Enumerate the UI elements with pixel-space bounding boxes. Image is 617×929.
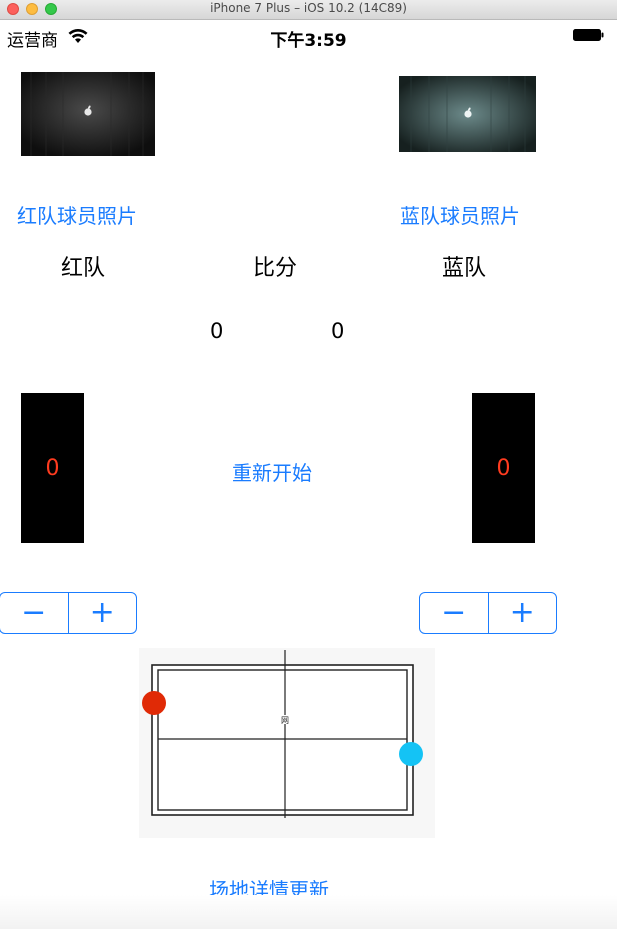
window-title: iPhone 7 Plus – iOS 10.2 (14C89) — [210, 1, 407, 15]
battery-icon — [573, 29, 604, 41]
red-team-label: 红队 — [61, 256, 106, 281]
blue-increment-button[interactable]: + — [487, 593, 557, 633]
red-team-score: 0 — [210, 319, 224, 343]
status-bar: 运营商 下午3:59 — [0, 20, 617, 51]
bottom-edge — [0, 895, 617, 929]
red-increment-button[interactable]: + — [67, 593, 137, 633]
blue-team-photo[interactable] — [399, 76, 536, 152]
court-diagram: 网 — [139, 648, 435, 838]
blue-team-label: 蓝队 — [442, 256, 487, 281]
blue-counter-value: 0 — [496, 456, 511, 481]
net-label: 网 — [281, 716, 289, 725]
red-counter-panel: 0 — [21, 393, 84, 543]
status-time: 下午3:59 — [270, 31, 347, 51]
red-decrement-button[interactable]: − — [0, 593, 68, 633]
blue-counter-panel: 0 — [472, 393, 535, 543]
red-counter-value: 0 — [45, 456, 60, 481]
restart-button[interactable]: 重新开始 — [232, 457, 312, 486]
red-team-photo[interactable] — [21, 72, 155, 156]
red-team-photo-button[interactable]: 红队球员照片 — [17, 200, 137, 229]
red-team-stepper: − + — [0, 592, 137, 634]
blue-team-stepper: − + — [419, 592, 557, 634]
blue-player-marker[interactable] — [399, 742, 423, 766]
blue-team-photo-button[interactable]: 蓝队球员照片 — [400, 200, 520, 229]
red-player-marker[interactable] — [142, 691, 166, 715]
blue-decrement-button[interactable]: − — [420, 593, 488, 633]
blue-team-score: 0 — [331, 319, 345, 343]
score-title: 比分 — [253, 256, 298, 281]
simulator-title-bar: iPhone 7 Plus – iOS 10.2 (14C89) — [0, 0, 617, 20]
